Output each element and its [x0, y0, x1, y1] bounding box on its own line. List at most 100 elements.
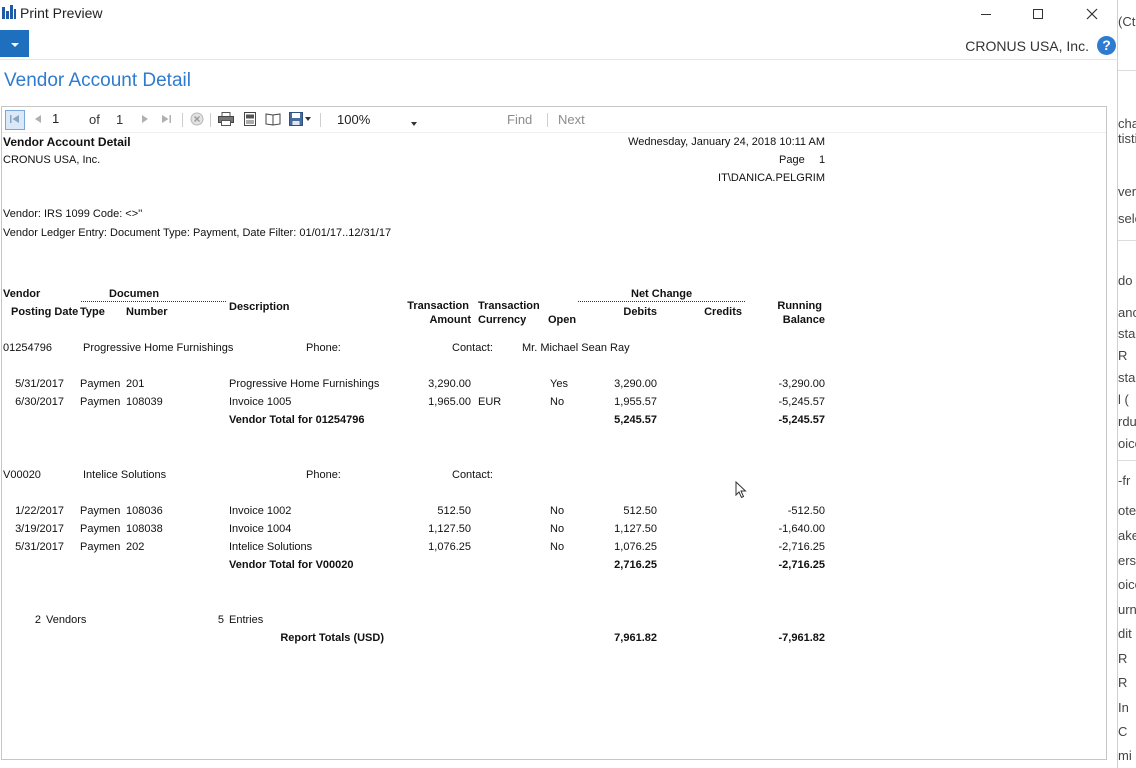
header-running-2: Balance: [782, 314, 825, 326]
entry-amount: 1,127.50: [428, 523, 471, 535]
entry-debits: 512.50: [623, 505, 657, 517]
report-total-balance: -7,961.82: [778, 632, 825, 644]
entry-posting-date: 6/30/2017: [15, 396, 64, 408]
vendors-count: 2: [34, 614, 41, 626]
entry-description: Progressive Home Furnishings: [229, 378, 380, 390]
bg-fragment: ver: [1118, 184, 1136, 199]
next-page-icon[interactable]: [137, 111, 153, 127]
print-layout-icon[interactable]: [242, 111, 258, 127]
header-transaction-currency-1: Transaction: [478, 300, 540, 312]
bg-fragment: R: [1118, 651, 1128, 666]
app-menu-button[interactable]: [0, 30, 29, 57]
entry-open: No: [550, 396, 565, 408]
first-page-button[interactable]: [5, 110, 25, 130]
help-icon[interactable]: ?: [1097, 36, 1116, 55]
chevron-down-icon: [410, 115, 418, 130]
header-open: Open: [548, 314, 577, 326]
header-posting-date: Posting Date: [11, 306, 79, 318]
toolbar-separator: [320, 113, 321, 127]
vendor-total-debits: 5,245.57: [614, 414, 657, 426]
entry-open: No: [550, 505, 565, 517]
entry-debits: 3,290.00: [614, 378, 657, 390]
entries-count: 5: [217, 614, 224, 626]
page-of-label: of: [89, 112, 100, 127]
entry-description: Invoice 1004: [229, 523, 292, 535]
toolbar-separator: [547, 113, 548, 127]
entry-posting-date: 5/31/2017: [15, 541, 64, 553]
zoom-select[interactable]: 100%: [330, 110, 420, 130]
find-button[interactable]: Find: [507, 112, 532, 127]
entry-balance: -512.50: [787, 505, 825, 517]
entry-currency: EUR: [478, 396, 502, 408]
export-icon[interactable]: [288, 111, 304, 127]
entry-type: Paymen: [80, 396, 121, 408]
report-total-debits: 7,961.82: [614, 632, 657, 644]
vendor-name: Intelice Solutions: [83, 469, 167, 481]
entry-type: Paymen: [80, 523, 121, 535]
header-running-1: Running: [777, 300, 822, 312]
vendor-phone-label: Phone:: [306, 469, 341, 481]
report-title: Vendor Account Detail: [3, 135, 131, 149]
page-number-input[interactable]: 1: [48, 110, 76, 129]
ledger-filter: Vendor Ledger Entry: Document Type: Paym…: [3, 227, 392, 239]
entry-number: 202: [126, 541, 145, 553]
vendor-total-balance: -2,716.25: [778, 559, 825, 571]
bg-fragment: C: [1118, 724, 1128, 739]
entries-label: Entries: [229, 614, 264, 626]
header-divider: [0, 59, 1118, 60]
bg-fragment: rdu: [1118, 414, 1136, 429]
last-page-icon[interactable]: [158, 111, 174, 127]
page-total: 1: [116, 112, 124, 127]
first-page-icon: [10, 111, 20, 129]
zoom-value: 100%: [337, 112, 371, 127]
minimize-icon: [980, 8, 992, 20]
header-document: Documen: [109, 288, 160, 300]
entry-balance: -2,716.25: [778, 541, 825, 553]
window-title: Print Preview: [20, 5, 103, 21]
bg-fragment: oice: [1118, 436, 1136, 451]
page-setup-icon[interactable]: [265, 111, 281, 127]
page-number: 1: [819, 154, 826, 166]
vendor-contact-label: Contact:: [452, 342, 493, 354]
report-viewer: 1 of 1 100% Find Next: [1, 106, 1107, 760]
entry-debits: 1,127.50: [614, 523, 657, 535]
close-button[interactable]: [1069, 0, 1115, 27]
entry-amount: 3,290.00: [428, 378, 471, 390]
header-transaction-currency-2: Currency: [478, 314, 527, 326]
header-credits: Credits: [704, 306, 742, 318]
stop-icon[interactable]: [189, 111, 205, 127]
entry-description: Intelice Solutions: [229, 541, 313, 553]
net-change-underline: [578, 301, 745, 302]
header-description: Description: [229, 301, 290, 313]
report-datetime: Wednesday, January 24, 2018 10:11 AM: [628, 136, 825, 148]
bg-fragment: In: [1118, 700, 1129, 715]
previous-page-icon[interactable]: [30, 111, 46, 127]
bg-fragment: sta: [1118, 370, 1136, 385]
bg-fragment: R: [1118, 348, 1128, 363]
vendor-total-balance: -5,245.57: [778, 414, 825, 426]
header-type: Type: [80, 306, 105, 318]
chevron-down-icon: [10, 35, 20, 53]
header-transaction-amount-1: Transaction: [407, 300, 469, 312]
entry-amount: 1,965.00: [428, 396, 471, 408]
maximize-button[interactable]: [1015, 0, 1061, 27]
vendor-code: V00020: [3, 469, 41, 481]
document-underline: [81, 301, 226, 302]
vendor-phone-label: Phone:: [306, 342, 341, 354]
find-next-button[interactable]: Next: [558, 112, 585, 127]
mouse-cursor-icon: [735, 480, 747, 504]
find-input[interactable]: [438, 110, 494, 130]
entry-amount: 1,076.25: [428, 541, 471, 553]
print-icon[interactable]: [218, 111, 234, 127]
entry-balance: -3,290.00: [778, 378, 825, 390]
bg-fragment: anc: [1118, 305, 1136, 320]
report-company: CRONUS USA, Inc.: [3, 154, 101, 166]
entry-amount: 512.50: [437, 505, 471, 517]
entry-posting-date: 3/19/2017: [15, 523, 64, 535]
report-user: IT\DANICA.PELGRIM: [718, 172, 825, 184]
vendor-total-label: Vendor Total for 01254796: [229, 414, 365, 426]
minimize-button[interactable]: [963, 0, 1009, 27]
report-toolbar: 1 of 1 100% Find Next: [2, 107, 1106, 133]
export-dropdown-icon[interactable]: [303, 111, 313, 127]
bg-fragment: (Ct: [1118, 14, 1136, 29]
